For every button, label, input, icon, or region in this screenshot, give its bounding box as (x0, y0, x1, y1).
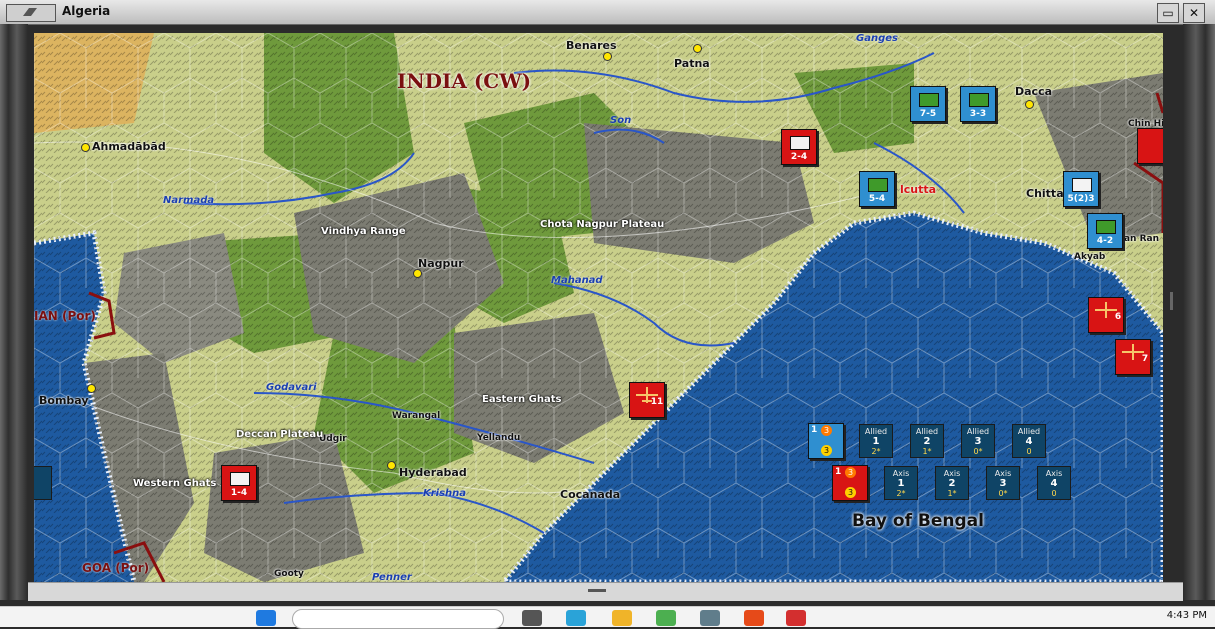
axis-track-box-1[interactable]: Axis 1 2* (884, 466, 918, 500)
river-label-narmada: Narmada (163, 195, 215, 206)
city-marker-patna (693, 44, 702, 53)
window-menu-icon (23, 8, 37, 16)
sea-label: Bay of Bengal (852, 511, 984, 531)
city-marker-hyderabad (387, 461, 396, 470)
allied-unit-counter[interactable]: 3-3 (960, 86, 996, 122)
start-icon[interactable] (256, 610, 276, 626)
close-button[interactable]: ✕ (1183, 3, 1205, 23)
infantry-icon (868, 178, 888, 192)
browser-icon[interactable] (566, 610, 586, 626)
taskbar-clock: 4:43 PM (1166, 610, 1207, 621)
axis-air-unit[interactable]: 7 (1115, 339, 1151, 375)
app-icon[interactable] (656, 610, 676, 626)
region-label-deccan: Deccan Plateau (236, 429, 324, 440)
country-label-india: INDIA (CW) (397, 69, 532, 93)
axis-unit-counter[interactable]: 1-4 (221, 465, 257, 501)
region-label-vindhya: Vindhya Range (321, 226, 406, 237)
allied-naval-stack[interactable]: 1 3 3 (808, 423, 844, 459)
city-marker-bombay (87, 384, 96, 393)
frame-right (1183, 24, 1215, 600)
river-label-ganges: Ganges (856, 33, 898, 44)
partial-track-box[interactable] (34, 466, 52, 500)
river-label-son: Son (610, 115, 632, 126)
region-label-western-ghats: Western Ghats (133, 478, 217, 489)
game-app-icon[interactable] (786, 610, 806, 626)
allied-track-box-3[interactable]: Allied 3 0* (961, 424, 995, 458)
city-marker-benares (603, 52, 612, 61)
axis-naval-stack[interactable]: 1 3 3 (832, 465, 868, 501)
city-label-yellandu: Yellandu (477, 433, 521, 443)
country-label-diu: IAN (Por) (34, 309, 96, 323)
region-label-chota-nagpur: Chota Nagpur Plateau (540, 219, 665, 230)
window-menu-button[interactable] (6, 4, 56, 22)
infantry-icon (969, 93, 989, 107)
city-label-akyab: Akyab (1074, 252, 1106, 262)
axis-air-unit[interactable]: 11 (629, 382, 665, 418)
folder-icon[interactable] (612, 610, 632, 626)
task-view-icon[interactable] (522, 610, 542, 626)
axis-unit-counter[interactable]: 2-4 (781, 129, 817, 165)
hex-map[interactable]: INDIA (CW) IAN (Por) GOA (Por) Bay of Be… (34, 33, 1163, 582)
infantry-icon (1096, 220, 1116, 234)
country-label-goa: GOA (Por) (82, 561, 150, 575)
allied-track-box-4[interactable]: Allied 4 0 (1012, 424, 1046, 458)
taskbar-search[interactable] (292, 609, 504, 629)
city-label-patna: Patna (674, 57, 710, 70)
city-label-dacca: Dacca (1015, 85, 1053, 98)
city-label-warangal: Warangal (392, 411, 441, 421)
window-title: Algeria (62, 4, 111, 18)
infantry-icon (790, 136, 810, 150)
infantry-icon (230, 472, 250, 486)
city-label-hyderabad: Hyderabad (399, 466, 467, 479)
axis-air-unit[interactable]: 6 (1088, 297, 1124, 333)
river-label-krishna: Krishna (423, 488, 467, 499)
river-label-penner: Penner (372, 572, 412, 582)
window-controls: ▭ ✕ (1139, 3, 1209, 23)
city-label-bombay: Bombay (39, 394, 89, 407)
allied-track-box-1[interactable]: Allied 1 2* (859, 424, 893, 458)
infantry-icon (1072, 178, 1092, 192)
allied-unit-counter[interactable]: 4-2 (1087, 213, 1123, 249)
city-label-calcutta: lcutta (900, 183, 937, 196)
map-bottom-bar (28, 582, 1183, 601)
city-label-gooty: Gooty (274, 569, 304, 579)
axis-track-box-4[interactable]: Axis 4 0 (1037, 466, 1071, 500)
city-label-cocanada: Cocanada (560, 488, 621, 501)
app-icon[interactable] (700, 610, 720, 626)
river-label-mahanadi: Mahanad (551, 275, 603, 286)
city-marker-dacca (1025, 100, 1034, 109)
region-label-eastern-ghats: Eastern Ghats (482, 394, 562, 405)
axis-unit-counter-partial[interactable] (1137, 128, 1163, 164)
app-icon[interactable] (744, 610, 764, 626)
axis-track-box-3[interactable]: Axis 3 0* (986, 466, 1020, 500)
axis-track-box-2[interactable]: Axis 2 1* (935, 466, 969, 500)
city-label-arakan: kan Ran (1118, 234, 1160, 244)
restore-button[interactable]: ▭ (1157, 3, 1179, 23)
os-taskbar: 4:43 PM (0, 606, 1215, 629)
resize-grip-icon[interactable] (588, 589, 606, 592)
city-marker-nagpur (413, 269, 422, 278)
allied-unit-counter[interactable]: 5-4 (859, 171, 895, 207)
vertical-scrollbar-thumb[interactable] (1170, 292, 1173, 310)
city-label-ahmadabad: Ahmadābād (92, 140, 166, 153)
frame-left (0, 24, 28, 600)
city-label-benares: Benares (566, 39, 617, 52)
infantry-icon (919, 93, 939, 107)
allied-unit-counter[interactable]: 7-5 (910, 86, 946, 122)
river-label-godavari: Godavari (266, 382, 317, 393)
city-marker-ahmadabad (81, 143, 90, 152)
allied-unit-counter[interactable]: 5(2)3 (1063, 171, 1099, 207)
city-label-nagpur: Nagpur (418, 257, 464, 270)
allied-track-box-2[interactable]: Allied 2 1* (910, 424, 944, 458)
window-titlebar: Algeria ▭ ✕ (0, 0, 1215, 25)
